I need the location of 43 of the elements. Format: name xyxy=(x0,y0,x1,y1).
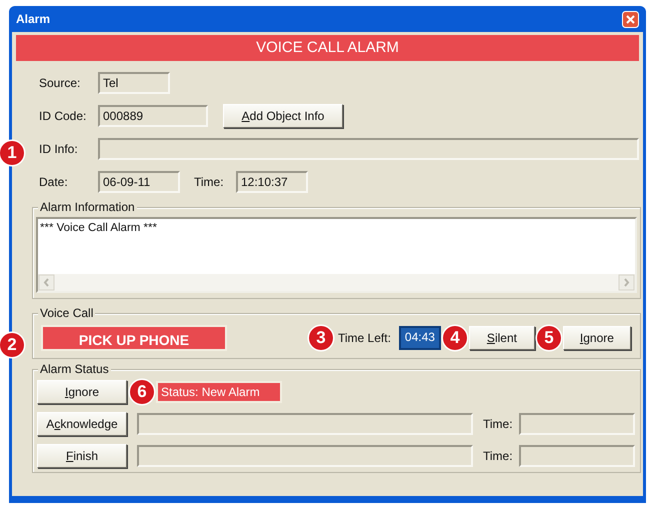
alarm-banner: VOICE CALL ALARM xyxy=(16,35,639,61)
id-info-field[interactable] xyxy=(98,138,639,160)
status-field: Status: New Alarm xyxy=(156,381,282,403)
callout-marker: 6 xyxy=(130,380,154,404)
note-field[interactable] xyxy=(137,445,473,467)
field-label: Time: xyxy=(194,175,225,189)
callout-marker: 1 xyxy=(0,141,24,165)
callout-marker: 4 xyxy=(442,326,467,350)
time-field[interactable]: 12:10:37 xyxy=(236,171,308,193)
time-label: Time: xyxy=(483,449,514,463)
callout-marker: 5 xyxy=(536,326,561,350)
ignore-button[interactable]: Ignore xyxy=(37,380,127,404)
time-field[interactable] xyxy=(519,445,635,467)
field-label: ID Code: xyxy=(39,109,88,123)
time-left-field: 04:43 xyxy=(398,326,441,350)
field-label: Date: xyxy=(39,175,69,189)
time-field[interactable] xyxy=(519,413,635,435)
callout-marker: 2 xyxy=(0,333,24,357)
alarm-text: *** Voice Call Alarm *** xyxy=(39,221,158,236)
window-title: Alarm xyxy=(16,12,50,26)
ignore-button[interactable]: Ignore xyxy=(562,326,631,350)
field-label: ID Info: xyxy=(39,142,79,156)
field-label: Source: xyxy=(39,76,82,90)
group-title: Voice Call xyxy=(38,306,96,320)
time-left-label: Time Left: xyxy=(338,331,391,345)
close-icon[interactable] xyxy=(622,10,639,28)
add-object-info-button[interactable]: Add Object Info xyxy=(223,104,343,128)
time-label: Time: xyxy=(483,417,514,431)
alarm-information-area[interactable]: *** Voice Call Alarm *** xyxy=(36,217,637,293)
finish-button[interactable]: Finish xyxy=(37,444,127,468)
group-title: Alarm Status xyxy=(38,362,111,376)
date-field[interactable]: 06-09-11 xyxy=(98,171,180,193)
group-title: Alarm Information xyxy=(38,200,137,214)
acknowledge-button[interactable]: Acknowledge xyxy=(37,412,127,436)
silent-button[interactable]: Silent xyxy=(468,326,535,350)
callout-marker: 3 xyxy=(309,326,333,350)
source-field[interactable]: Tel xyxy=(98,72,170,94)
scroll-right-icon[interactable] xyxy=(618,274,635,291)
horizontal-scrollbar[interactable] xyxy=(38,274,635,291)
scroll-left-icon[interactable] xyxy=(38,274,55,291)
pick-up-phone-indicator: PICK UP PHONE xyxy=(41,325,227,351)
id-code-field[interactable]: 000889 xyxy=(98,105,208,127)
note-field[interactable] xyxy=(137,413,473,435)
